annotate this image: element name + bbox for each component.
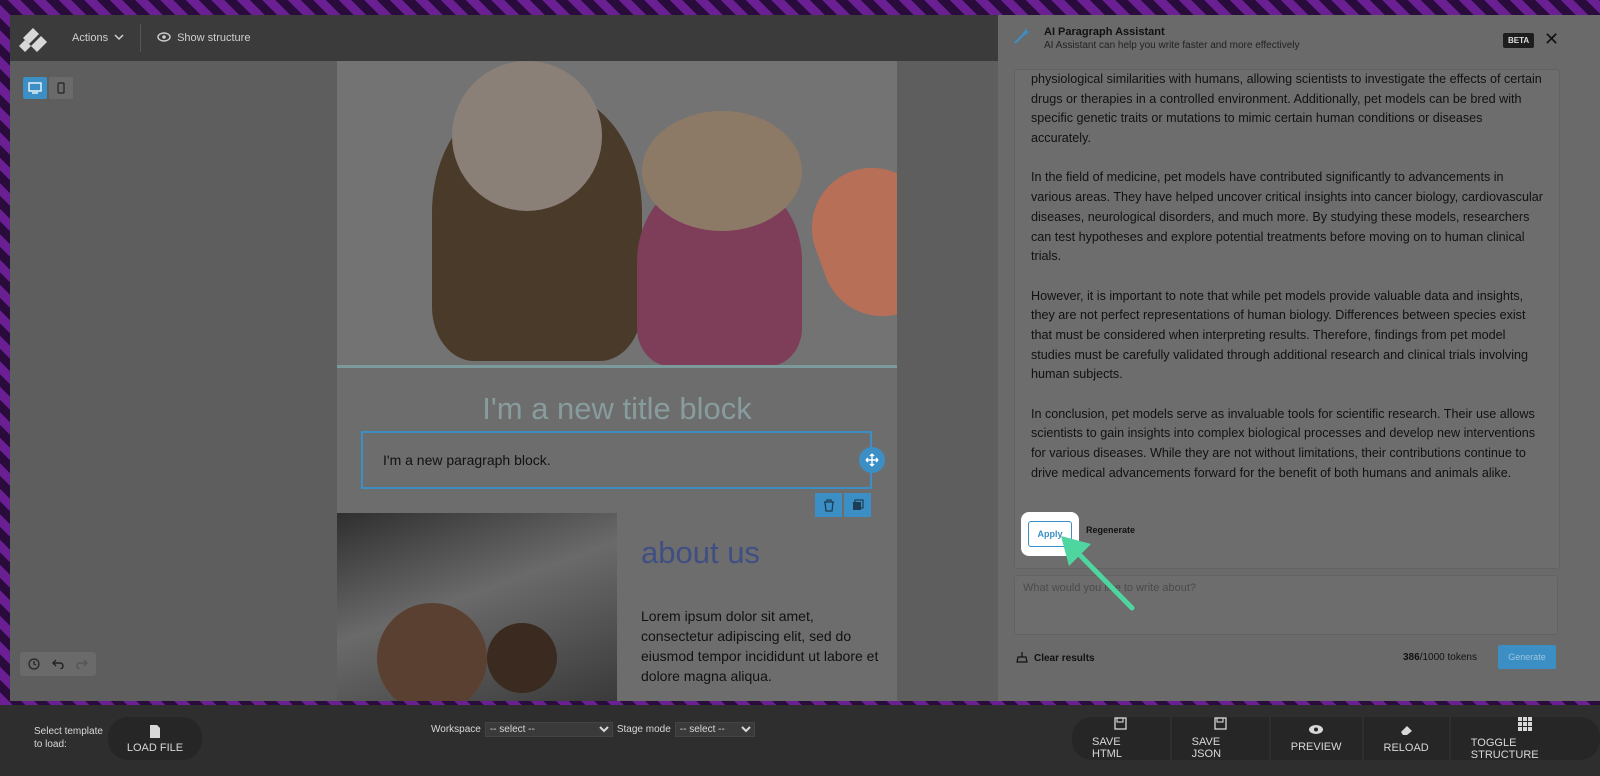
- about-title[interactable]: about us: [641, 535, 760, 571]
- chevron-down-icon: [114, 32, 124, 44]
- actions-label: Actions: [72, 32, 109, 44]
- action-buttons: SAVE HTML SAVE JSON PREVIEW RELOAD TOGGL…: [1072, 716, 1600, 761]
- result-paragraph: However, it is important to note that wh…: [1031, 288, 1529, 382]
- heart-shape: [794, 151, 897, 333]
- select-template-text: Select template to load:: [34, 726, 103, 750]
- undo-icon[interactable]: [47, 655, 69, 673]
- hero-image: [337, 61, 897, 367]
- select-template-label: Select template to load:: [34, 725, 106, 751]
- editor-app: Actions Show structure I'm a new title b…: [10, 15, 1600, 701]
- save-html-label: SAVE HTML: [1092, 736, 1122, 760]
- bottom-toolbar: Select template to load: LOAD FILE Works…: [0, 705, 1600, 776]
- dog-illustration: [452, 61, 602, 211]
- app-logo: [10, 15, 56, 61]
- about-photo: [337, 513, 617, 701]
- workspace-controls: Workspace -- select -- Stage mode -- sel…: [431, 722, 755, 737]
- block-toolbar: [815, 493, 871, 517]
- eye-icon: [157, 31, 171, 45]
- workspace-select[interactable]: -- select --: [484, 722, 613, 737]
- dog-illustration: [642, 111, 802, 231]
- preview-button[interactable]: PREVIEW: [1270, 717, 1362, 760]
- save-json-button[interactable]: SAVE JSON: [1171, 717, 1269, 760]
- eraser-icon: [1399, 724, 1414, 739]
- tokens-total: /1000 tokens: [1419, 652, 1477, 663]
- stage-mode-select[interactable]: -- select --: [674, 722, 755, 737]
- result-paragraph: In conclusion, pet models serve as inval…: [1031, 406, 1536, 480]
- arrow-icon: [1055, 530, 1140, 620]
- magic-wand-icon: [1012, 26, 1032, 51]
- redo-icon[interactable]: [71, 655, 93, 673]
- reload-label: RELOAD: [1383, 741, 1429, 754]
- broom-icon: [1016, 651, 1028, 666]
- actions-menu[interactable]: Actions: [56, 23, 140, 53]
- email-template: I'm a new title block I'm a new paragrap…: [337, 61, 897, 701]
- duplicate-icon[interactable]: [844, 493, 871, 517]
- about-text[interactable]: Lorem ipsum dolor sit amet, consectetur …: [641, 606, 881, 686]
- save-html-button[interactable]: SAVE HTML: [1072, 717, 1170, 760]
- save-icon: [1214, 717, 1227, 733]
- panel-title: AI Paragraph Assistant: [1044, 25, 1165, 38]
- move-icon[interactable]: [859, 447, 885, 473]
- result-paragraph: physiological similarities with humans, …: [1031, 72, 1542, 146]
- ai-result: physiological similarities with humans, …: [1014, 69, 1560, 569]
- preview-label: PREVIEW: [1290, 741, 1342, 753]
- clear-results-button[interactable]: Clear results: [1016, 651, 1095, 666]
- show-structure-label: Show structure: [177, 32, 251, 44]
- eye-icon: [1308, 724, 1324, 738]
- device-toggle: [23, 77, 73, 99]
- result-paragraph: In the field of medicine, pet models hav…: [1031, 170, 1543, 264]
- divider: [337, 365, 897, 368]
- desktop-icon[interactable]: [23, 77, 47, 99]
- save-icon: [1114, 717, 1127, 733]
- toggle-structure-label: TOGGLE STRUCTURE: [1470, 736, 1539, 761]
- token-counter: 386/1000 tokens: [1403, 652, 1477, 663]
- tokens-used: 386: [1403, 652, 1420, 663]
- show-structure-button[interactable]: Show structure: [141, 23, 266, 53]
- history-icon[interactable]: [23, 655, 45, 673]
- load-file-button[interactable]: LOAD FILE: [108, 717, 202, 760]
- paragraph-block[interactable]: I'm a new paragraph block.: [361, 431, 872, 489]
- clear-results-label: Clear results: [1034, 653, 1095, 664]
- history-controls: [20, 652, 96, 676]
- mobile-icon[interactable]: [49, 77, 73, 99]
- save-json-label: SAVE JSON: [1191, 736, 1222, 760]
- beta-badge: BETA: [1503, 33, 1535, 48]
- toggle-structure-button[interactable]: TOGGLE STRUCTURE: [1450, 716, 1600, 761]
- trash-icon[interactable]: [815, 493, 842, 517]
- paragraph-text: I'm a new paragraph block.: [383, 452, 551, 468]
- panel-subtitle: AI Assistant can help you write faster a…: [1044, 39, 1300, 51]
- editor-topbar: Actions Show structure: [10, 15, 1000, 61]
- title-block[interactable]: I'm a new title block: [337, 391, 897, 427]
- workspace-label: Workspace: [431, 724, 481, 735]
- stage-mode-label: Stage mode: [616, 724, 671, 735]
- generate-button[interactable]: Generate: [1498, 645, 1556, 669]
- load-file-label: LOAD FILE: [126, 741, 184, 754]
- reload-button[interactable]: RELOAD: [1363, 717, 1449, 760]
- file-icon: [149, 724, 161, 742]
- grid-icon: [1518, 716, 1533, 734]
- close-icon[interactable]: ✕: [1544, 29, 1559, 50]
